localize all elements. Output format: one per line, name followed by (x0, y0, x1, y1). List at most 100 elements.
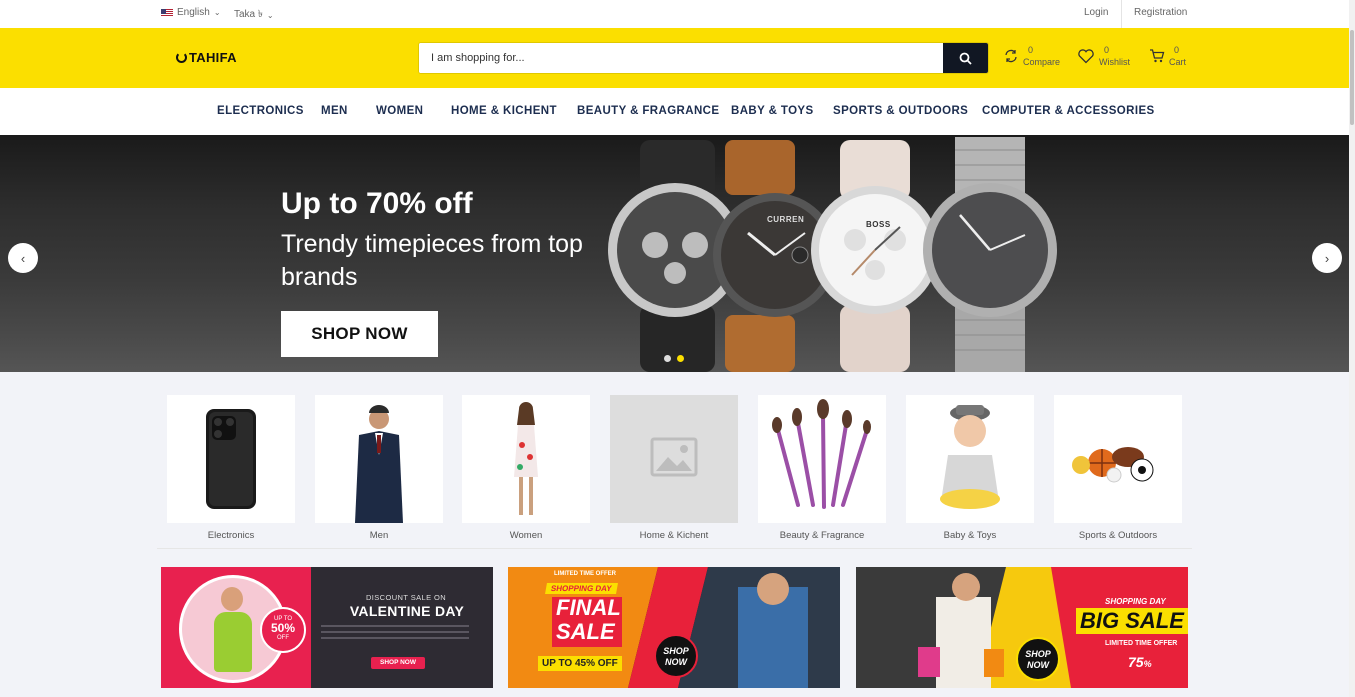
category-divider (748, 548, 896, 549)
category-card-women[interactable] (462, 395, 590, 523)
currency-label: Taka ৳ (234, 9, 263, 20)
nav-item-women[interactable]: WOMEN (376, 105, 423, 117)
compare-count: 0 (1028, 45, 1034, 55)
brushes-image (772, 399, 871, 509)
watches-image (608, 137, 1057, 372)
category-label-electronics[interactable]: Electronics (157, 530, 305, 541)
nav-item-baby-toys[interactable]: BABY & TOYS (731, 105, 814, 117)
baby-image (940, 405, 1000, 509)
scrollbar-thumb[interactable] (1350, 30, 1354, 125)
category-label-men[interactable]: Men (305, 530, 453, 541)
banner3-percent: 75% (1124, 654, 1156, 670)
woman-image (514, 402, 538, 515)
banner2-discount: UP TO 45% OFF (538, 656, 622, 671)
category-label-women[interactable]: Women (452, 530, 600, 541)
search-input[interactable] (419, 43, 945, 73)
text-line (321, 631, 469, 633)
nav-item-men[interactable]: MEN (321, 105, 348, 117)
banner2-cta-now: NOW (665, 657, 687, 667)
badge-value: 50% (270, 621, 296, 635)
compare-label: Compare (1023, 57, 1061, 67)
chevron-left-icon: ‹ (20, 250, 26, 266)
category-card-beauty-fragrance[interactable] (758, 395, 886, 523)
cart-link[interactable]: 0 Cart (1149, 44, 1186, 68)
hero-title: Up to 70% off (281, 187, 473, 220)
chevron-down-icon: ⌄ (213, 8, 221, 17)
text-line (321, 625, 469, 627)
hero-subtitle: Trendy timepieces from top brands (281, 230, 583, 291)
banner3-title: BIG SALE (1076, 608, 1188, 634)
language-label: English (177, 7, 210, 18)
hero-slider: CURREN BOSS (0, 135, 1349, 372)
category-card-sports-outdoors[interactable] (1054, 395, 1182, 523)
language-selector[interactable]: English ⌄ (161, 7, 221, 18)
topbar-divider (1121, 0, 1122, 28)
registration-link[interactable]: Registration (1134, 7, 1187, 18)
logo-icon (176, 52, 187, 63)
slider-prev-button[interactable]: ‹ (8, 243, 38, 273)
category-card-men[interactable] (315, 395, 443, 523)
search-bar (418, 42, 989, 74)
category-label-sports-outdoors[interactable]: Sports & Outdoors (1044, 530, 1192, 541)
cart-count: 0 (1174, 45, 1180, 55)
cart-label: Cart (1169, 57, 1187, 67)
boss-brand: BOSS (866, 220, 891, 229)
category-divider (305, 548, 453, 549)
banner3-shop-now-button[interactable]: SHOP NOW (1016, 637, 1060, 681)
woman-face (221, 587, 243, 611)
banner2-title-final: FINAL (556, 595, 621, 620)
category-divider (600, 548, 748, 549)
category-card-baby-toys[interactable] (906, 395, 1034, 523)
final-sale-banner[interactable]: LIMITED TIME OFFER SHOPPING DAY FINAL SA… (508, 567, 840, 688)
banner1-top-text: DISCOUNT SALE ON (365, 593, 447, 602)
nav-item-sports-outdoors[interactable]: SPORTS & OUTDOORS (833, 105, 968, 117)
currency-selector[interactable]: Taka ৳ ⌄ (234, 7, 274, 24)
category-label-beauty-fragrance[interactable]: Beauty & Fragrance (748, 530, 896, 541)
banner2-tag: SHOPPING DAY (545, 583, 618, 594)
search-icon (959, 52, 972, 65)
slider-next-button[interactable]: › (1312, 243, 1342, 273)
site-logo[interactable]: TAHIFA (176, 50, 237, 65)
big-sale-banner[interactable]: SHOPPING DAY BIG SALE LIMITED TIME OFFER… (856, 567, 1188, 688)
compare-link[interactable]: 0 Compare (1003, 44, 1060, 68)
nav-item-electronics[interactable]: ELECTRONICS (217, 105, 304, 117)
category-divider (452, 548, 600, 549)
discount-badge: UP TO 50% OFF (260, 607, 306, 653)
category-card-home-kichent[interactable] (610, 395, 738, 523)
nav-item-home-kichent[interactable]: HOME & KICHENT (451, 105, 557, 117)
curren-brand: CURREN (767, 215, 805, 224)
banner3-sub: LIMITED TIME OFFER (1105, 640, 1178, 647)
category-divider (157, 548, 305, 549)
banner3-tag: SHOPPING DAY (1101, 596, 1170, 607)
cart-icon (1150, 49, 1165, 63)
slider-dot-1[interactable] (664, 355, 671, 362)
phone-image (206, 409, 256, 509)
search-button[interactable] (943, 43, 988, 73)
valentine-day-banner[interactable]: UP TO 50% OFF DISCOUNT SALE ON VALENTINE… (161, 567, 493, 688)
shop-now-button[interactable]: SHOP NOW (281, 311, 438, 357)
banner1-shop-now-button[interactable]: SHOP NOW (371, 657, 425, 669)
category-label-baby-toys[interactable]: Baby & Toys (896, 530, 1044, 541)
nav-item-computer-accessories[interactable]: COMPUTER & ACCESSORIES (982, 105, 1155, 117)
banner3-cta-now: NOW (1027, 660, 1049, 670)
banner2-shop-now-button[interactable]: SHOP NOW (654, 634, 698, 678)
banner2-cta-shop: SHOP (663, 646, 689, 656)
nav-item-beauty-fragrance[interactable]: BEAUTY & FRAGRANCE (577, 105, 719, 117)
login-link[interactable]: Login (1084, 7, 1108, 18)
green-dress (214, 612, 252, 672)
logo-text: TAHIFA (189, 50, 237, 65)
banner3-cta-shop: SHOP (1025, 649, 1051, 659)
image-placeholder-icon (650, 437, 698, 477)
banner3-pct-value: 75 (1128, 654, 1144, 670)
slider-dot-2[interactable] (677, 355, 684, 362)
wishlist-label: Wishlist (1099, 57, 1130, 67)
wishlist-count: 0 (1104, 45, 1110, 55)
us-flag-icon (161, 8, 173, 17)
man-image (355, 405, 403, 523)
wishlist-link[interactable]: 0 Wishlist (1077, 44, 1130, 68)
category-divider (896, 548, 1044, 549)
category-label-home-kichent[interactable]: Home & Kichent (600, 530, 748, 541)
banner2-limited-text: LIMITED TIME OFFER (554, 571, 616, 577)
banner3-pct-unit: % (1143, 659, 1152, 669)
category-card-electronics[interactable] (167, 395, 295, 523)
